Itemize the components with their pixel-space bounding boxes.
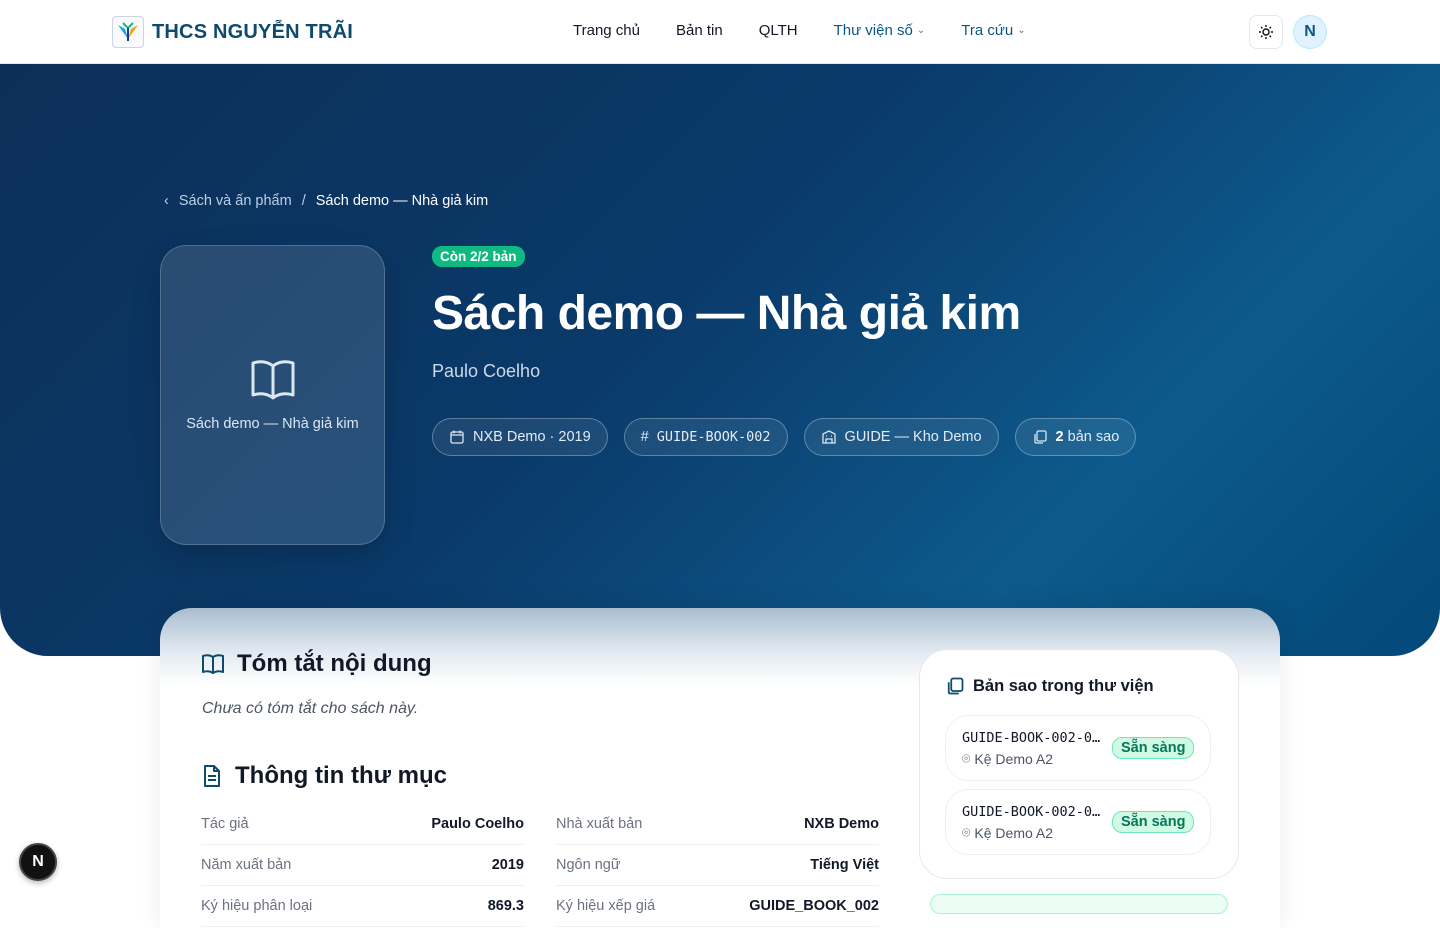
- catalog-value: 869.3: [487, 898, 524, 914]
- nav-news[interactable]: Bản tin: [676, 22, 723, 39]
- calendar-icon: [450, 430, 464, 444]
- next-panel-edge: [930, 894, 1228, 914]
- open-book-icon: [251, 360, 294, 400]
- cover-title: Sách demo — Nhà giả kim: [186, 416, 359, 432]
- dev-tools-button[interactable]: N: [19, 843, 57, 881]
- sun-icon: [1259, 25, 1273, 39]
- breadcrumb-parent[interactable]: Sách và ấn phẩm: [179, 193, 292, 209]
- catalog-key: Nhà xuất bản: [556, 816, 643, 832]
- catalog-cell: Nhà xuất bản NXB Demo: [556, 804, 879, 845]
- catalog-key: Ngôn ngữ: [556, 857, 621, 873]
- breadcrumb-current: Sách demo — Nhà giả kim: [315, 193, 489, 209]
- library-copies-panel: Bản sao trong thư viện GUIDE-BOOK-002-00…: [919, 649, 1239, 879]
- breadcrumb-separator: /: [301, 193, 306, 209]
- stock-badge: Còn 2/2 bản: [432, 246, 525, 267]
- catalog-value: NXB Demo: [804, 816, 879, 832]
- publisher-chip: NXB Demo · 2019: [432, 418, 608, 456]
- nav-qlth[interactable]: QLTH: [759, 22, 798, 39]
- document-icon: [204, 765, 220, 787]
- catalog-row: Tác giả Paulo Coelho Nhà xuất bản NXB Demo: [201, 804, 879, 845]
- nav-digital-library-label: Thư viện số: [833, 22, 913, 39]
- copy-status-badge: Sẵn sàng: [1112, 737, 1195, 759]
- copies-icon: [947, 677, 964, 695]
- open-book-icon: [202, 654, 224, 674]
- school-logo-icon: [112, 16, 144, 48]
- copy-location: ⌾ Kệ Demo A2: [962, 824, 1053, 841]
- copies-panel-heading-text: Bản sao trong thư viện: [973, 676, 1154, 695]
- catalog-cell: Ký hiệu xếp giá GUIDE_BOOK_002: [556, 886, 879, 927]
- catalog-value: GUIDE_BOOK_002: [749, 898, 879, 914]
- map-pin-icon: ⌾: [962, 750, 971, 766]
- copies-chip: 2 bản sao: [1014, 418, 1137, 456]
- book-author: Paulo Coelho: [432, 361, 541, 381]
- nav-lookup-label: Tra cứu: [961, 22, 1014, 39]
- catalog-value: Tiếng Việt: [810, 857, 879, 873]
- catalog-key: Ký hiệu phân loại: [201, 898, 313, 914]
- book-code-text: GUIDE-BOOK-002: [656, 429, 771, 445]
- top-navbar: THCS NGUYỄN TRÃI Trang chủ Bản tin QLTH …: [0, 0, 1440, 64]
- catalog-value: Paulo Coelho: [431, 816, 524, 832]
- copy-location: ⌾ Kệ Demo A2: [962, 750, 1053, 767]
- copy-item[interactable]: GUIDE-BOOK-002-001 ⌾ Kệ Demo A2 Sẵn sàng: [945, 715, 1211, 781]
- summary-heading: Tóm tắt nội dung: [201, 650, 432, 678]
- main-nav: Trang chủ Bản tin QLTH Thư viện số ⌄ Tra …: [573, 22, 1026, 39]
- breadcrumb: ‹ Sách và ấn phẩm / Sách demo — Nhà giả …: [164, 193, 488, 209]
- nav-home-label: Trang chủ: [573, 22, 640, 39]
- chevron-left-icon: ‹: [164, 193, 169, 209]
- warehouse-chip: GUIDE — Kho Demo: [803, 418, 999, 456]
- catalog-key: Tác giả: [201, 816, 249, 832]
- catalog-row: Ký hiệu phân loại 869.3 Ký hiệu xếp giá GU…: [201, 886, 879, 927]
- nav-lookup[interactable]: Tra cứu ⌄: [961, 22, 1025, 39]
- chevron-down-icon: ⌄: [916, 25, 926, 36]
- user-avatar[interactable]: N: [1293, 15, 1327, 49]
- copies-count: 2: [1055, 429, 1064, 445]
- copy-status-badge: Sẵn sàng: [1112, 811, 1195, 833]
- book-cover: Sách demo — Nhà giả kim: [160, 245, 385, 545]
- nav-news-label: Bản tin: [675, 22, 723, 39]
- theme-toggle-button[interactable]: [1249, 15, 1283, 49]
- copy-code: GUIDE-BOOK-002-001: [962, 730, 1102, 746]
- catalog-row: Năm xuất bản 2019 Ngôn ngữ Tiếng Việt: [201, 845, 879, 886]
- catalog-cell: Ký hiệu phân loại 869.3: [201, 886, 524, 927]
- code-chip: # GUIDE-BOOK-002: [623, 418, 788, 456]
- summary-heading-text: Tóm tắt nội dung: [237, 650, 432, 677]
- catalog-heading: Thông tin thư mục: [201, 762, 447, 790]
- book-meta-chips: NXB Demo · 2019 # GUIDE-BOOK-002 GUIDE —…: [432, 418, 1137, 456]
- chevron-down-icon: ⌄: [1017, 25, 1026, 36]
- catalog-cell: Ngôn ngữ Tiếng Việt: [556, 845, 879, 886]
- copy-location-text: Kệ Demo A2: [974, 824, 1054, 841]
- building-icon: [821, 430, 836, 444]
- copy-item[interactable]: GUIDE-BOOK-002-002 ⌾ Kệ Demo A2 Sẵn sàng: [945, 789, 1211, 855]
- book-title: Sách demo — Nhà giả kim: [432, 287, 1021, 340]
- catalog-table: Tác giả Paulo Coelho Nhà xuất bản NXB Demo…: [201, 804, 879, 927]
- hash-icon: #: [640, 429, 649, 445]
- copies-panel-heading: Bản sao trong thư viện: [945, 676, 1154, 696]
- warehouse-text: GUIDE — Kho Demo: [844, 429, 982, 445]
- copy-location-text: Kệ Demo A2: [974, 750, 1054, 767]
- catalog-value: 2019: [491, 857, 524, 873]
- nav-qlth-label: QLTH: [758, 22, 798, 39]
- nav-home[interactable]: Trang chủ: [573, 22, 640, 39]
- brand-name: THCS NGUYỄN TRÃI: [152, 20, 353, 43]
- brand-link[interactable]: THCS NGUYỄN TRÃI: [112, 16, 353, 48]
- catalog-key: Năm xuất bản: [201, 857, 292, 873]
- catalog-cell: Tác giả Paulo Coelho: [201, 804, 524, 845]
- nav-digital-library[interactable]: Thư viện số ⌄: [834, 22, 926, 39]
- catalog-key: Ký hiệu xếp giá: [556, 898, 656, 914]
- copies-suffix: bản sao: [1067, 429, 1120, 445]
- summary-text: Chưa có tóm tắt cho sách này.: [202, 700, 419, 717]
- catalog-cell: Năm xuất bản 2019: [201, 845, 524, 886]
- map-pin-icon: ⌾: [962, 824, 971, 840]
- publisher-year-text: NXB Demo · 2019: [473, 429, 591, 445]
- copies-icon: [1033, 430, 1047, 444]
- catalog-heading-text: Thông tin thư mục: [235, 762, 448, 789]
- copy-code: GUIDE-BOOK-002-002: [962, 804, 1102, 820]
